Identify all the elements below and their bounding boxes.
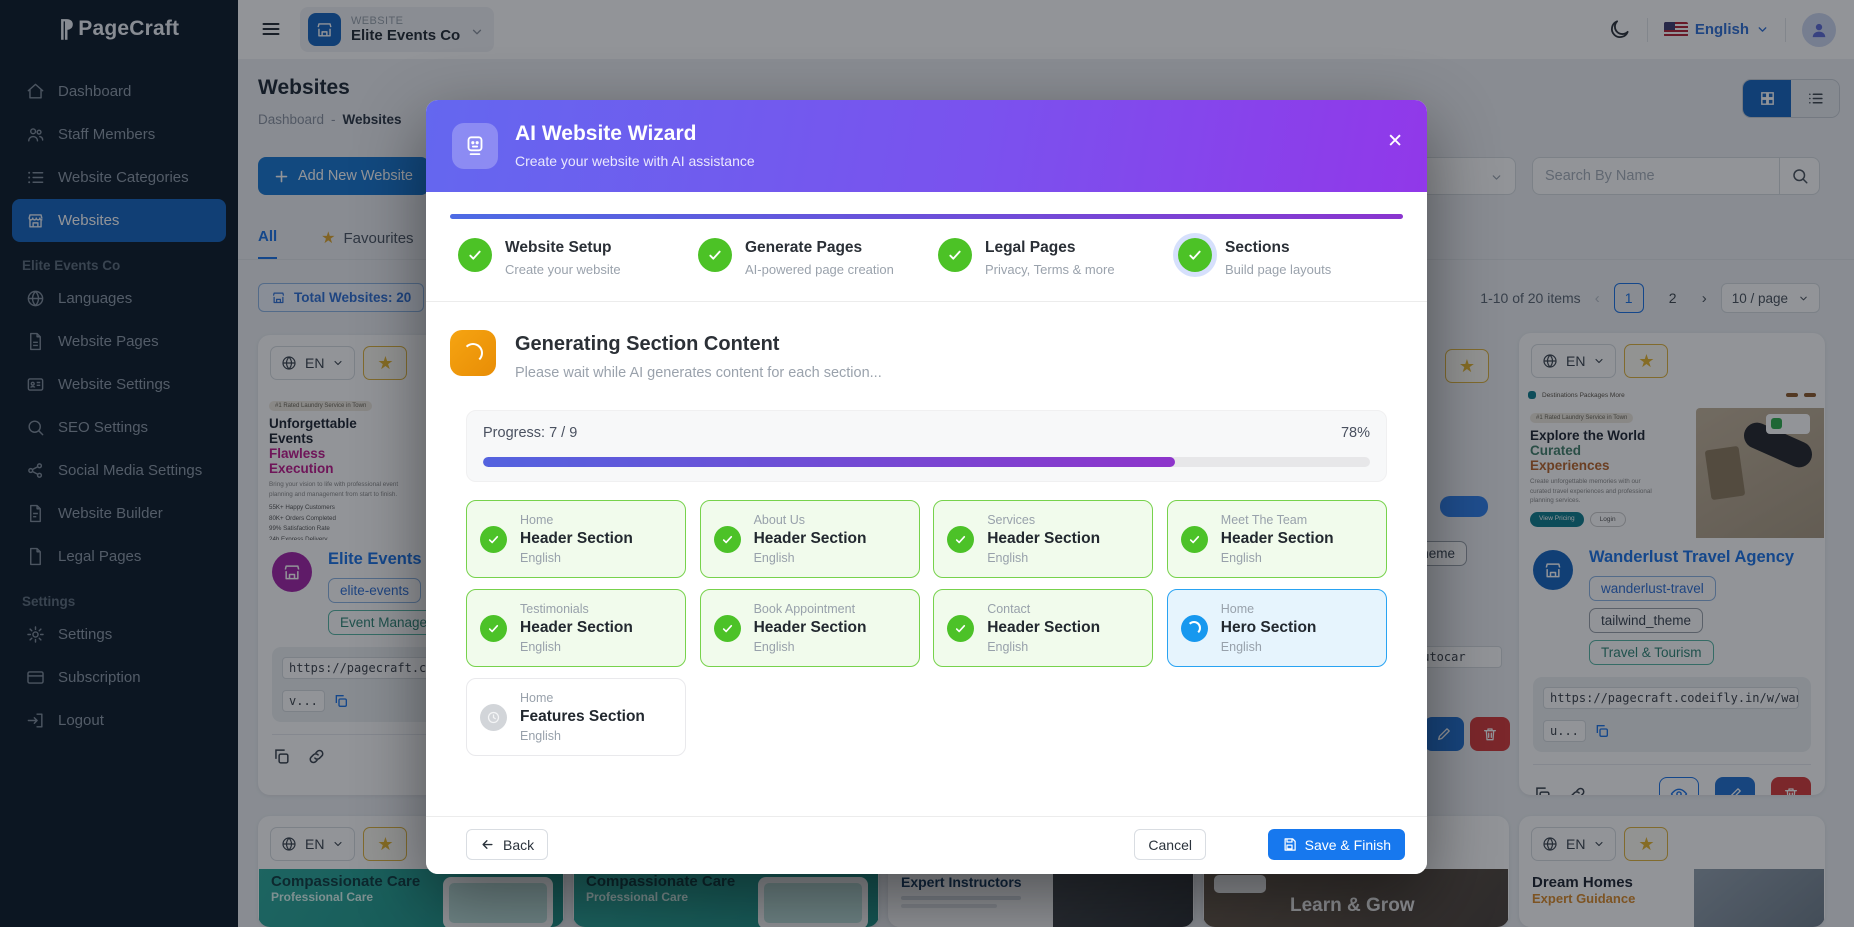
- step-title: Generate Pages: [745, 239, 863, 256]
- step-title: Legal Pages: [985, 239, 1076, 256]
- progress-panel: Progress: 7 / 9 78%: [466, 410, 1387, 482]
- step-generate-pages: Generate Pages AI-powered page creation: [698, 238, 930, 277]
- section-card: Meet The Team Header Section English: [1166, 500, 1387, 578]
- section-card: Services Header Section English: [933, 500, 1154, 578]
- close-button[interactable]: ✕: [1387, 132, 1403, 151]
- modal-footer: Back Cancel Save & Finish: [426, 817, 1427, 874]
- section-card: Home Header Section English: [466, 500, 686, 578]
- step-title: Website Setup: [505, 239, 612, 256]
- arrow-left-icon: [482, 840, 493, 849]
- check-circle-icon: [1180, 525, 1208, 553]
- save-finish-button[interactable]: Save & Finish: [1267, 829, 1405, 860]
- ai-website-wizard-modal: AI Website Wizard Create your website wi…: [426, 100, 1427, 874]
- check-circle-icon: [713, 614, 741, 642]
- modal-header: AI Website Wizard Create your website wi…: [426, 100, 1427, 192]
- section-card: Testimonials Header Section English: [466, 589, 686, 667]
- progress-bar: [483, 457, 1370, 467]
- check-circle-icon: [480, 614, 507, 642]
- section-card: Book Appointment Header Section English: [699, 589, 920, 667]
- progress-bar-fill: [483, 457, 1175, 467]
- check-circle-icon: [947, 614, 975, 642]
- step-caption: AI-powered page creation: [745, 262, 894, 277]
- section-cards-grid: Home Header Section English About Us Header…: [466, 500, 1387, 756]
- generating-subtitle: Please wait while AI generates content f…: [515, 365, 882, 381]
- check-circle-icon: [947, 525, 975, 553]
- check-circle-icon: [480, 525, 507, 553]
- step-title: Sections: [1225, 239, 1290, 256]
- check-circle-icon: [698, 238, 732, 272]
- screen: ⁋ PageCraft Dashboard Staff Members Webs…: [0, 0, 1854, 927]
- progress-percent: 78%: [1340, 425, 1370, 441]
- spinner-icon: [1180, 614, 1208, 642]
- section-card: About Us Header Section English: [699, 500, 920, 578]
- generating-spinner-icon: [450, 330, 496, 376]
- step-caption: Privacy, Terms & more: [985, 262, 1115, 277]
- robot-icon: [452, 123, 498, 169]
- cancel-button[interactable]: Cancel: [1134, 829, 1206, 860]
- step-caption: Create your website: [505, 262, 621, 277]
- divider: [426, 301, 1427, 302]
- check-circle-icon: [458, 238, 492, 272]
- progress-label: Progress: 7 / 9: [483, 425, 578, 441]
- check-circle-icon: [938, 238, 972, 272]
- generating-title: Generating Section Content: [515, 333, 780, 355]
- step-caption: Build page layouts: [1225, 262, 1332, 277]
- step-sections: Sections Build page layouts: [1178, 238, 1410, 277]
- modal-title: AI Website Wizard: [515, 122, 697, 145]
- check-circle-icon: [713, 525, 741, 553]
- check-circle-icon: [1178, 238, 1212, 272]
- wizard-progress-line: [450, 214, 1403, 219]
- save-icon: [1284, 838, 1296, 851]
- clock-icon: [480, 703, 507, 731]
- section-card: Contact Header Section English: [933, 589, 1154, 667]
- section-card-pending: Home Features Section English: [466, 678, 686, 756]
- step-legal-pages: Legal Pages Privacy, Terms & more: [938, 238, 1170, 277]
- modal-subtitle: Create your website with AI assistance: [515, 153, 755, 169]
- step-website-setup: Website Setup Create your website: [458, 238, 690, 277]
- section-card-generating: Home Hero Section English: [1166, 589, 1387, 667]
- back-button[interactable]: Back: [466, 829, 549, 860]
